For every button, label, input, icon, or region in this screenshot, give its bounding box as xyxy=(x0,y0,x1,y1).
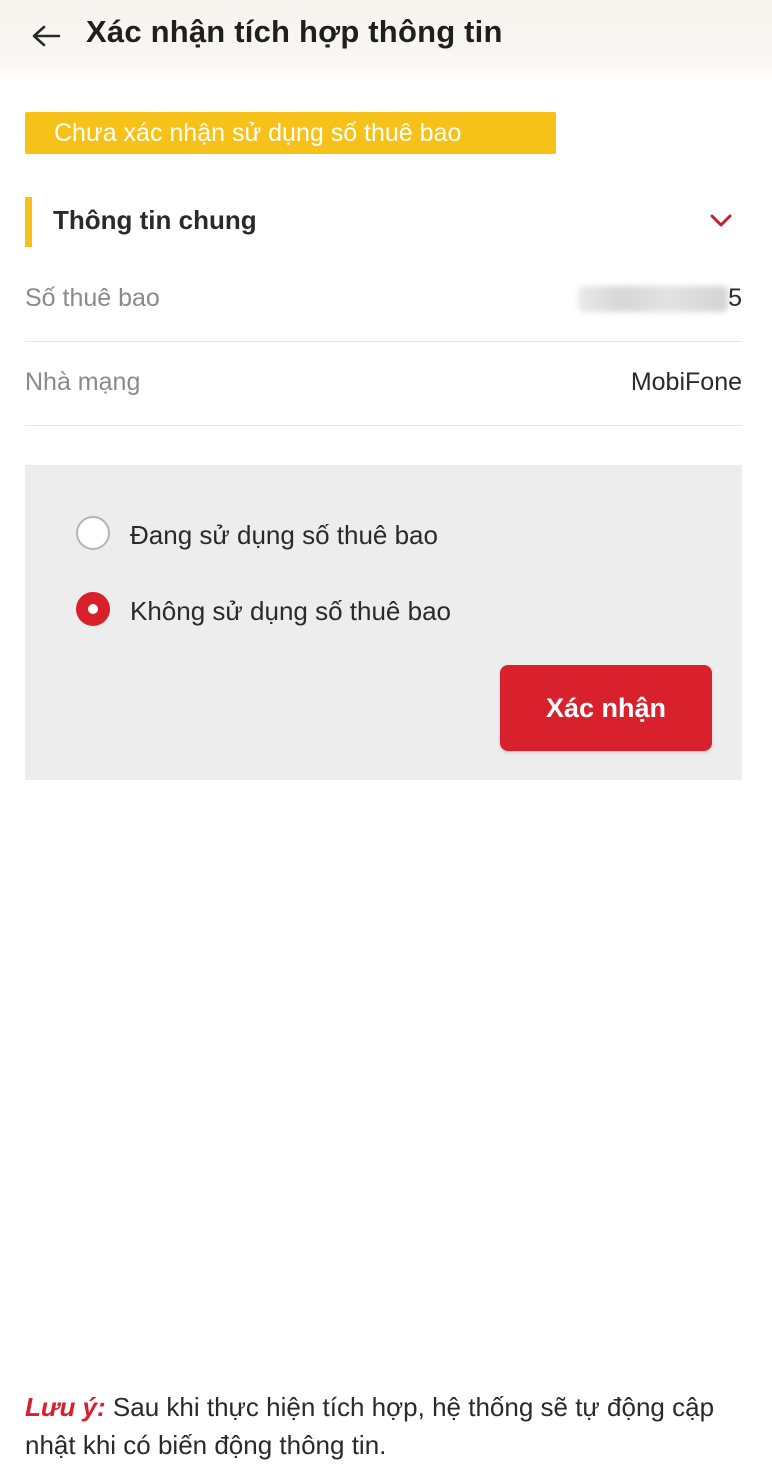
radio-button-unchecked[interactable] xyxy=(76,516,110,550)
subscriber-number-tail: 5 xyxy=(728,284,742,312)
confirm-integration-screen: Xác nhận tích hợp thông tin Chưa xác nhậ… xyxy=(0,0,772,1473)
note-body: Sau khi thực hiện tích hợp, hệ thống sẽ … xyxy=(25,1392,715,1460)
arrow-left-icon xyxy=(32,25,61,47)
radio-label-in-use: Đang sử dụng số thuê bao xyxy=(130,520,438,550)
note-prefix: Lưu ý: xyxy=(25,1392,106,1422)
radio-option-in-use[interactable]: Đang sử dụng số thuê bao xyxy=(73,513,533,553)
usage-option-panel: Đang sử dụng số thuê bao Không sử dụng s… xyxy=(25,465,742,780)
radio-label-not-in-use: Không sử dụng số thuê bao xyxy=(130,596,451,626)
note-text: Lưu ý: Sau khi thực hiện tích hợp, hệ th… xyxy=(25,1388,745,1464)
status-badge: Chưa xác nhận sử dụng số thuê bao xyxy=(25,112,556,154)
info-row-carrier: Nhà mạng MobiFone xyxy=(25,342,742,426)
back-button[interactable] xyxy=(28,18,64,54)
carrier-value: MobiFone xyxy=(630,368,742,396)
radio-button-checked[interactable] xyxy=(76,592,110,626)
page-title: Xác nhận tích hợp thông tin xyxy=(86,14,503,49)
section-title: Thông tin chung xyxy=(53,205,257,235)
chevron-down-icon[interactable] xyxy=(708,210,734,232)
radio-dot xyxy=(88,604,98,614)
info-row-subscriber-number: Số thuê bao 5 xyxy=(25,258,742,342)
confirm-button[interactable]: Xác nhận xyxy=(500,665,712,751)
subscriber-number-masked xyxy=(578,286,728,312)
app-header: Xác nhận tích hợp thông tin xyxy=(0,0,772,82)
radio-option-not-in-use[interactable]: Không sử dụng số thuê bao xyxy=(73,589,533,629)
section-general-info-header[interactable]: Thông tin chung xyxy=(25,194,742,250)
subscriber-number-label: Số thuê bao xyxy=(25,284,160,312)
section-accent-bar xyxy=(25,197,32,247)
carrier-label: Nhà mạng xyxy=(25,368,141,396)
